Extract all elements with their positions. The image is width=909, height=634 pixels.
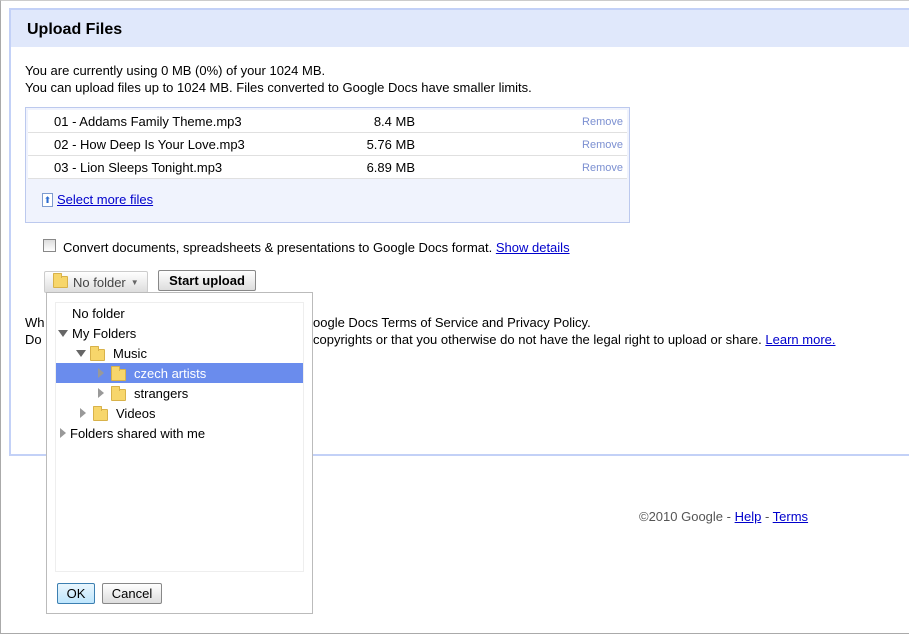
tree-label: My Folders: [72, 325, 137, 341]
select-more-files-link[interactable]: Select more files: [57, 192, 153, 207]
folder-icon: [53, 273, 68, 288]
tree-label: strangers: [134, 385, 189, 401]
upload-icon: ⬆: [42, 192, 53, 207]
convert-label: Convert documents, spreadsheets & presen…: [63, 240, 493, 255]
show-details-link[interactable]: Show details: [496, 240, 570, 255]
tree-item-videos[interactable]: Videos: [56, 403, 303, 423]
terms-left-2: Do: [25, 332, 42, 347]
panel-header: Upload Files: [11, 10, 909, 47]
collapsed-arrow-icon[interactable]: [98, 368, 104, 378]
folder-icon: [111, 365, 126, 381]
terms-right-1: oogle Docs Terms of Service and Privacy …: [313, 315, 591, 330]
file-row: 03 - Lion Sleeps Tonight.mp3 6.89 MB Remov…: [28, 156, 627, 179]
limit-text: You can upload files up to 1024 MB. File…: [25, 80, 532, 95]
separator: -: [723, 509, 735, 524]
file-size: 5.76 MB: [366, 137, 415, 152]
tree-item-no-folder[interactable]: No folder: [56, 303, 303, 323]
terms-left-1: Wh: [25, 315, 45, 330]
tree-item-czech-artists[interactable]: czech artists: [56, 363, 303, 383]
folder-dropdown-label: No folder: [73, 274, 126, 290]
terms-right-2: copyrights or that you otherwise do not …: [313, 332, 836, 347]
folder-tree: No folder My Folders Music czech artists…: [55, 302, 304, 572]
convert-checkbox[interactable]: [43, 239, 56, 252]
expanded-arrow-icon[interactable]: [58, 329, 68, 337]
remove-link[interactable]: Remove: [582, 139, 623, 151]
tree-label: Music: [113, 345, 147, 361]
folder-picker-popup: No folder My Folders Music czech artists…: [46, 292, 313, 614]
help-link[interactable]: Help: [735, 509, 762, 524]
usage-text: You are currently using 0 MB (0%) of you…: [25, 63, 326, 78]
tree-item-music[interactable]: Music: [56, 343, 303, 363]
remove-link[interactable]: Remove: [582, 162, 623, 174]
folder-icon: [111, 385, 126, 401]
tree-label: Folders shared with me: [70, 425, 206, 441]
select-more-files[interactable]: ⬆ Select more files: [42, 192, 153, 207]
remove-link[interactable]: Remove: [582, 116, 623, 128]
separator: -: [761, 509, 773, 524]
cancel-button[interactable]: Cancel: [102, 583, 162, 604]
tree-item-shared[interactable]: Folders shared with me: [56, 423, 303, 443]
collapsed-arrow-icon[interactable]: [60, 428, 66, 438]
folder-dropdown-button[interactable]: No folder ▼: [44, 271, 148, 293]
folder-icon: [90, 345, 105, 361]
collapsed-arrow-icon[interactable]: [98, 388, 104, 398]
tree-label: No folder: [72, 305, 125, 321]
file-name: 01 - Addams Family Theme.mp3: [54, 114, 242, 129]
chevron-down-icon: ▼: [130, 277, 139, 287]
tree-label: czech artists: [134, 365, 207, 381]
learn-more-link[interactable]: Learn more.: [765, 332, 835, 347]
file-row: 01 - Addams Family Theme.mp3 8.4 MB Remove: [28, 110, 627, 133]
convert-option: Convert documents, spreadsheets & presen…: [63, 240, 570, 255]
ok-button[interactable]: OK: [57, 583, 95, 604]
file-size: 8.4 MB: [373, 114, 415, 129]
terms-link[interactable]: Terms: [773, 509, 808, 524]
tree-label: Videos: [116, 405, 156, 421]
file-name: 03 - Lion Sleeps Tonight.mp3: [54, 160, 223, 175]
expanded-arrow-icon[interactable]: [76, 349, 86, 357]
page-title: Upload Files: [27, 21, 123, 38]
collapsed-arrow-icon[interactable]: [80, 408, 86, 418]
tree-item-strangers[interactable]: strangers: [56, 383, 303, 403]
start-upload-button[interactable]: Start upload: [158, 270, 256, 291]
copyright: ©2010 Google: [639, 509, 724, 524]
file-row: 02 - How Deep Is Your Love.mp3 5.76 MB Rem…: [28, 133, 627, 156]
footer: ©2010 Google - Help - Terms: [639, 509, 808, 524]
file-size: 6.89 MB: [366, 160, 415, 175]
file-name: 02 - How Deep Is Your Love.mp3: [54, 137, 245, 152]
terms-text: copyrights or that you otherwise do not …: [313, 332, 762, 347]
file-list: 01 - Addams Family Theme.mp3 8.4 MB Remove…: [25, 107, 630, 223]
tree-item-my-folders[interactable]: My Folders: [56, 323, 303, 343]
folder-icon: [93, 405, 108, 421]
